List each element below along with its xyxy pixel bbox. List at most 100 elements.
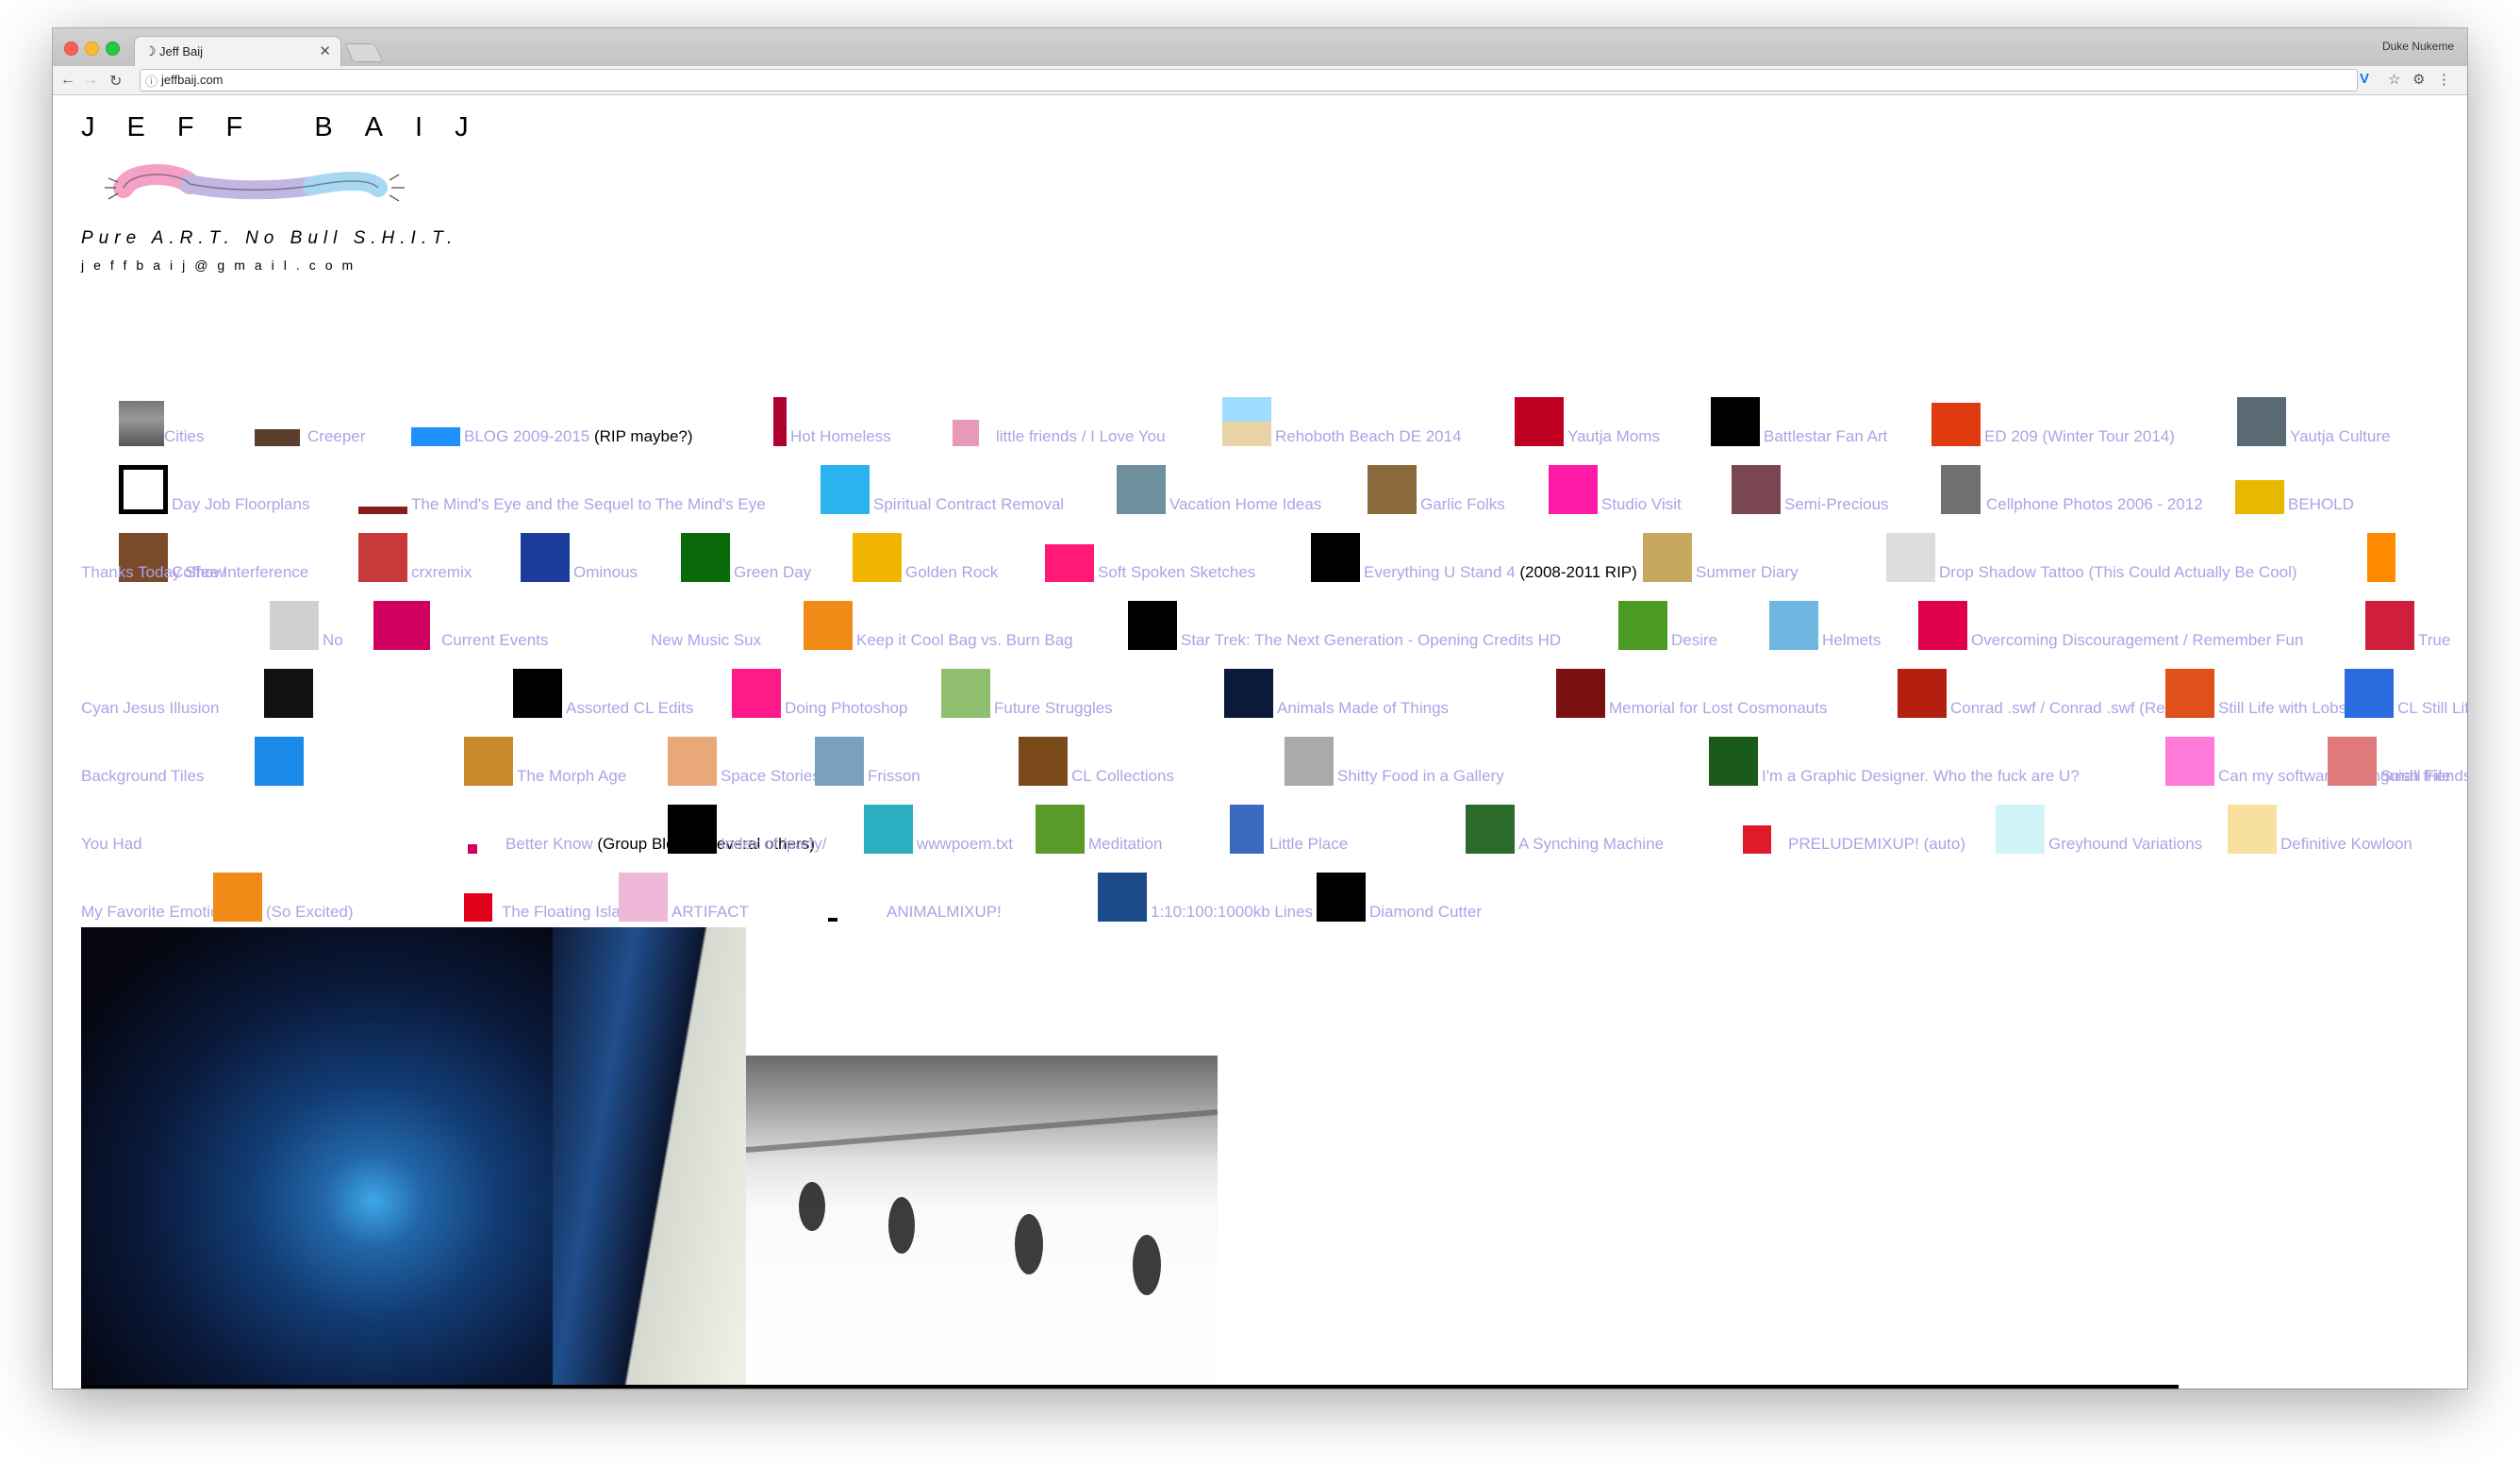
link-thumbnail-icon[interactable] xyxy=(1368,465,1417,514)
project-link-label[interactable]: Star Trek: The Next Generation - Opening… xyxy=(1181,631,1561,649)
link-thumbnail-icon[interactable] xyxy=(1230,805,1264,854)
project-link[interactable]: A Synching Machine xyxy=(1518,835,1664,854)
project-link-label[interactable]: Background Tiles xyxy=(81,767,204,785)
project-link-label[interactable]: ANIMALMIXUP! xyxy=(887,903,1002,921)
project-link-label[interactable]: wwwpoem.txt xyxy=(917,835,1013,853)
project-link-label[interactable]: Cities xyxy=(164,427,205,445)
project-link[interactable]: Frisson xyxy=(868,767,920,786)
project-link-label[interactable]: Frisson xyxy=(868,767,920,785)
link-thumbnail-icon[interactable] xyxy=(1549,465,1598,514)
project-link-label[interactable]: True xyxy=(2418,631,2450,649)
link-thumbnail-icon[interactable] xyxy=(1931,403,1981,446)
project-link-label[interactable]: Definitive Kowloon xyxy=(2280,835,2412,853)
project-link[interactable]: New Music Sux xyxy=(651,631,761,650)
project-link-label[interactable]: CL Still Life xyxy=(2397,699,2467,717)
link-thumbnail-icon[interactable] xyxy=(373,601,430,650)
project-link-label[interactable]: Current Events xyxy=(441,631,548,649)
link-thumbnail-icon[interactable] xyxy=(1918,601,1967,650)
project-link[interactable]: Rehoboth Beach DE 2014 xyxy=(1275,427,1462,446)
reload-icon[interactable]: ↻ xyxy=(109,72,122,91)
minimize-window-icon[interactable] xyxy=(85,42,99,56)
project-link[interactable]: Star Trek: The Next Generation - Opening… xyxy=(1181,631,1561,650)
project-link[interactable]: 1:10:100:1000kb Lines xyxy=(1151,903,1313,922)
link-thumbnail-icon[interactable] xyxy=(513,669,562,718)
project-link-label[interactable]: Desire xyxy=(1671,631,1717,649)
link-thumbnail-icon[interactable] xyxy=(668,805,717,854)
project-link-label[interactable]: Cellphone Photos 2006 - 2012 xyxy=(1986,495,2203,513)
new-tab-button[interactable] xyxy=(344,43,384,62)
link-thumbnail-icon[interactable] xyxy=(1769,601,1818,650)
link-thumbnail-icon[interactable] xyxy=(411,427,460,446)
link-thumbnail-icon[interactable] xyxy=(1711,397,1760,446)
link-thumbnail-icon[interactable] xyxy=(119,465,168,514)
link-thumbnail-icon[interactable] xyxy=(1019,737,1068,786)
extension-icon[interactable]: ⚙ xyxy=(2412,71,2425,88)
url-text[interactable]: jeffbaij.com xyxy=(161,73,224,87)
profile-name[interactable]: Duke Nukeme xyxy=(2382,40,2454,53)
project-link[interactable]: Little Place xyxy=(1269,835,1348,854)
link-thumbnail-icon[interactable] xyxy=(358,533,407,582)
project-link-label[interactable]: Green Day xyxy=(734,563,811,581)
project-link[interactable]: Golden Rock xyxy=(905,563,998,582)
penguins-image[interactable] xyxy=(746,1056,1218,1389)
project-link-label[interactable]: Soft Spoken Sketches xyxy=(1098,563,1255,581)
project-link[interactable]: Future Struggles xyxy=(994,699,1113,718)
project-link[interactable]: Ominous xyxy=(573,563,638,582)
project-link-label[interactable]: Still Life with Lobster xyxy=(2218,699,2365,717)
project-link[interactable]: Hot Homeless xyxy=(790,427,891,446)
link-thumbnail-icon[interactable] xyxy=(1045,544,1094,582)
project-link[interactable]: (So Excited) xyxy=(266,903,354,922)
project-link-label[interactable]: Garlic Folks xyxy=(1420,495,1505,513)
project-link-label[interactable]: Battlestar Fan Art xyxy=(1764,427,1887,445)
project-link[interactable]: Index of /party/ xyxy=(721,835,826,854)
email-link[interactable]: jeffbaij@gmail.com xyxy=(81,258,362,273)
project-link-label[interactable]: Keep it Cool Bag vs. Burn Bag xyxy=(856,631,1073,649)
project-link[interactable]: Yautja Moms xyxy=(1567,427,1660,446)
project-link-label[interactable]: Shitty Food in a Gallery xyxy=(1337,767,1504,785)
project-link[interactable]: Semi-Precious xyxy=(1784,495,1889,514)
project-link[interactable]: No xyxy=(323,631,343,650)
link-thumbnail-icon[interactable] xyxy=(255,429,300,446)
project-link-label[interactable]: (So Excited) xyxy=(266,903,354,921)
project-link[interactable]: Shitty Food in a Gallery xyxy=(1337,767,1504,786)
project-link-label[interactable]: ARTIFACT xyxy=(671,903,749,921)
project-link-label[interactable]: Better Know xyxy=(506,835,593,853)
project-link-label[interactable]: crxremix xyxy=(411,563,472,581)
project-link-label[interactable]: Hot Homeless xyxy=(790,427,891,445)
link-thumbnail-icon[interactable] xyxy=(864,805,913,854)
link-thumbnail-icon[interactable] xyxy=(1898,669,1947,718)
project-link[interactable]: Desire xyxy=(1671,631,1717,650)
project-link-label[interactable]: CL Collections xyxy=(1071,767,1174,785)
project-link[interactable]: Keep it Cool Bag vs. Burn Bag xyxy=(856,631,1073,650)
project-link-label[interactable]: Semi-Precious xyxy=(1784,495,1889,513)
link-thumbnail-icon[interactable] xyxy=(681,533,730,582)
project-link-label[interactable]: BEHOLD xyxy=(2288,495,2354,513)
link-thumbnail-icon[interactable] xyxy=(821,465,870,514)
project-link[interactable]: BLOG 2009-2015 (RIP maybe?) xyxy=(464,427,693,446)
project-link-label[interactable]: Creeper xyxy=(307,427,365,445)
project-link[interactable]: Assorted CL Edits xyxy=(566,699,693,718)
project-link[interactable]: Background Tiles xyxy=(81,767,204,786)
project-link-label[interactable]: Summer Diary xyxy=(1696,563,1799,581)
link-thumbnail-icon[interactable] xyxy=(1222,397,1271,446)
project-link[interactable]: wwwpoem.txt xyxy=(917,835,1013,854)
link-thumbnail-icon[interactable] xyxy=(1128,601,1177,650)
project-link[interactable]: Memorial for Lost Cosmonauts xyxy=(1609,699,1827,718)
link-thumbnail-icon[interactable] xyxy=(213,873,262,922)
project-link[interactable]: ED 209 (Winter Tour 2014) xyxy=(1984,427,2175,446)
link-thumbnail-icon[interactable] xyxy=(1732,465,1781,514)
link-thumbnail-icon[interactable] xyxy=(773,397,787,446)
project-link-label[interactable]: New Music Sux xyxy=(651,631,761,649)
project-link-label[interactable]: Meditation xyxy=(1088,835,1162,853)
link-thumbnail-icon[interactable] xyxy=(1311,533,1360,582)
project-link[interactable]: little friends / I Love You xyxy=(996,427,1166,446)
link-thumbnail-icon[interactable] xyxy=(119,401,164,446)
project-link-label[interactable]: Golden Rock xyxy=(905,563,998,581)
project-link-label[interactable]: Memorial for Lost Cosmonauts xyxy=(1609,699,1827,717)
project-link-label[interactable]: Space Stories xyxy=(721,767,821,785)
link-thumbnail-icon[interactable] xyxy=(2365,601,2414,650)
project-link[interactable]: Definitive Kowloon xyxy=(2280,835,2412,854)
link-thumbnail-icon[interactable] xyxy=(1743,825,1771,854)
project-link-label[interactable]: You Had xyxy=(81,835,142,853)
project-link-label[interactable]: I'm a Graphic Designer. Who the fuck are… xyxy=(1762,767,2080,785)
